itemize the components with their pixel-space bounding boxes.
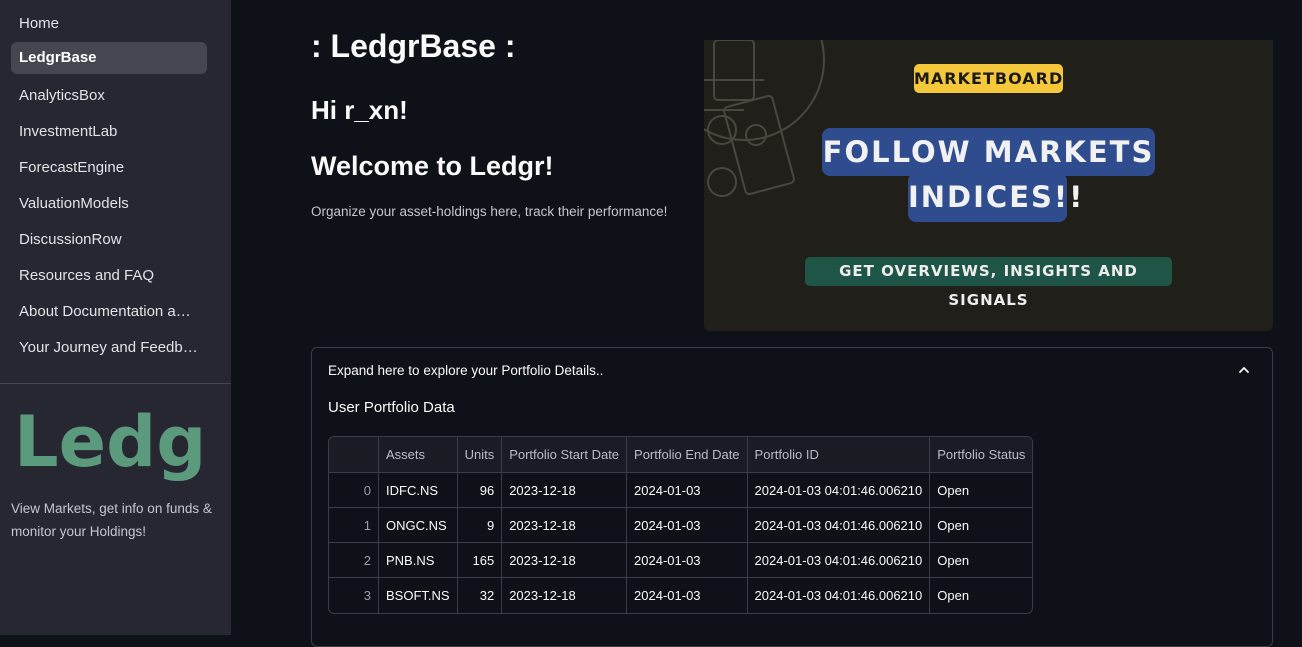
cell-start-date[interactable]: 2023-12-18 <box>502 578 627 613</box>
sidebar-item-resources-faq[interactable]: Resources and FAQ <box>11 258 207 290</box>
banner-headline-1: FOLLOW MARKETS & <box>822 128 1155 176</box>
cell-start-date[interactable]: 2023-12-18 <box>502 473 627 508</box>
row-index: 0 <box>329 473 379 508</box>
sidebar-divider <box>0 383 231 384</box>
main-content: : LedgrBase : Hi r_xn! Welcome to Ledgr!… <box>231 0 1302 635</box>
table-row[interactable]: 0 IDFC.NS 96 2023-12-18 2024-01-03 2024-… <box>329 473 1032 508</box>
sidebar-item-ledgrbase[interactable]: LedgrBase <box>11 42 207 74</box>
svg-text:Ledgr: Ledgr <box>14 401 206 483</box>
cell-status[interactable]: Open <box>930 543 1032 578</box>
column-header-assets[interactable]: Assets <box>379 437 458 473</box>
cell-start-date[interactable]: 2023-12-18 <box>502 508 627 543</box>
welcome-subtitle: Organize your asset-holdings here, track… <box>311 204 667 219</box>
cell-start-date[interactable]: 2023-12-18 <box>502 543 627 578</box>
cell-units[interactable]: 9 <box>458 508 503 543</box>
welcome-heading: Welcome to Ledgr! <box>311 151 554 182</box>
cell-portfolio-id[interactable]: 2024-01-03 04:01:46.006210 <box>748 473 931 508</box>
cell-end-date[interactable]: 2024-01-03 <box>627 543 748 578</box>
table-header-row: Assets Units Portfolio Start Date Portfo… <box>329 437 1032 473</box>
cell-status[interactable]: Open <box>930 473 1032 508</box>
row-index: 1 <box>329 508 379 543</box>
sidebar-item-home[interactable]: Home <box>11 6 207 38</box>
marketboard-banner: MARKETBOARD FOLLOW MARKETS & INDICES!! G… <box>704 40 1273 331</box>
sidebar-item-analyticsbox[interactable]: AnalyticsBox <box>11 78 207 110</box>
page-title: : LedgrBase : <box>311 28 515 65</box>
sidebar-item-investmentlab[interactable]: InvestmentLab <box>11 114 207 146</box>
cell-units[interactable]: 165 <box>458 543 503 578</box>
sidebar-item-forecastengine[interactable]: ForecastEngine <box>11 150 207 182</box>
table-row[interactable]: 3 BSOFT.NS 32 2023-12-18 2024-01-03 2024… <box>329 578 1032 613</box>
banner-footer: GET OVERVIEWS, INSIGHTS AND SIGNALS <box>805 257 1172 286</box>
banner-tag: MARKETBOARD <box>914 64 1063 93</box>
cell-asset[interactable]: ONGC.NS <box>379 508 458 543</box>
portfolio-table[interactable]: Assets Units Portfolio Start Date Portfo… <box>328 436 1033 614</box>
column-header-end-date[interactable]: Portfolio End Date <box>627 437 748 473</box>
sidebar: Home LedgrBase AnalyticsBox InvestmentLa… <box>0 0 231 635</box>
cell-asset[interactable]: BSOFT.NS <box>379 578 458 613</box>
cell-asset[interactable]: IDFC.NS <box>379 473 458 508</box>
cell-end-date[interactable]: 2024-01-03 <box>627 508 748 543</box>
row-index: 2 <box>329 543 379 578</box>
column-header-units[interactable]: Units <box>458 437 503 473</box>
sidebar-nav: Home LedgrBase AnalyticsBox InvestmentLa… <box>0 0 231 362</box>
banner-headline-2: INDICES!! <box>908 173 1067 222</box>
portfolio-expander: Expand here to explore your Portfolio De… <box>311 347 1273 647</box>
sidebar-item-discussionrow[interactable]: DiscussionRow <box>11 222 207 254</box>
sidebar-item-journey-feedback[interactable]: Your Journey and Feedb… <box>11 330 207 362</box>
cell-units[interactable]: 32 <box>458 578 503 613</box>
cell-portfolio-id[interactable]: 2024-01-03 04:01:46.006210 <box>748 508 931 543</box>
table-row[interactable]: 1 ONGC.NS 9 2023-12-18 2024-01-03 2024-0… <box>329 508 1032 543</box>
row-index: 3 <box>329 578 379 613</box>
column-header-index[interactable] <box>329 437 379 473</box>
ledgr-logo: Ledgr <box>14 400 206 490</box>
cell-asset[interactable]: PNB.NS <box>379 543 458 578</box>
sidebar-item-valuationmodels[interactable]: ValuationModels <box>11 186 207 218</box>
table-row[interactable]: 2 PNB.NS 165 2023-12-18 2024-01-03 2024-… <box>329 543 1032 578</box>
sidebar-caption: View Markets, get info on funds & monito… <box>11 497 221 543</box>
greeting-heading: Hi r_xn! <box>311 95 408 126</box>
cell-portfolio-id[interactable]: 2024-01-03 04:01:46.006210 <box>748 543 931 578</box>
cell-end-date[interactable]: 2024-01-03 <box>627 473 748 508</box>
cell-end-date[interactable]: 2024-01-03 <box>627 578 748 613</box>
portfolio-section-title: User Portfolio Data <box>328 399 455 416</box>
expander-header[interactable]: Expand here to explore your Portfolio De… <box>328 363 603 378</box>
column-header-start-date[interactable]: Portfolio Start Date <box>502 437 627 473</box>
cell-status[interactable]: Open <box>930 508 1032 543</box>
cell-portfolio-id[interactable]: 2024-01-03 04:01:46.006210 <box>748 578 931 613</box>
column-header-portfolio-id[interactable]: Portfolio ID <box>748 437 931 473</box>
sidebar-item-about-documentation[interactable]: About Documentation a… <box>11 294 207 326</box>
cell-status[interactable]: Open <box>930 578 1032 613</box>
column-header-status[interactable]: Portfolio Status <box>930 437 1032 473</box>
cell-units[interactable]: 96 <box>458 473 503 508</box>
chevron-up-icon[interactable] <box>1237 363 1251 377</box>
